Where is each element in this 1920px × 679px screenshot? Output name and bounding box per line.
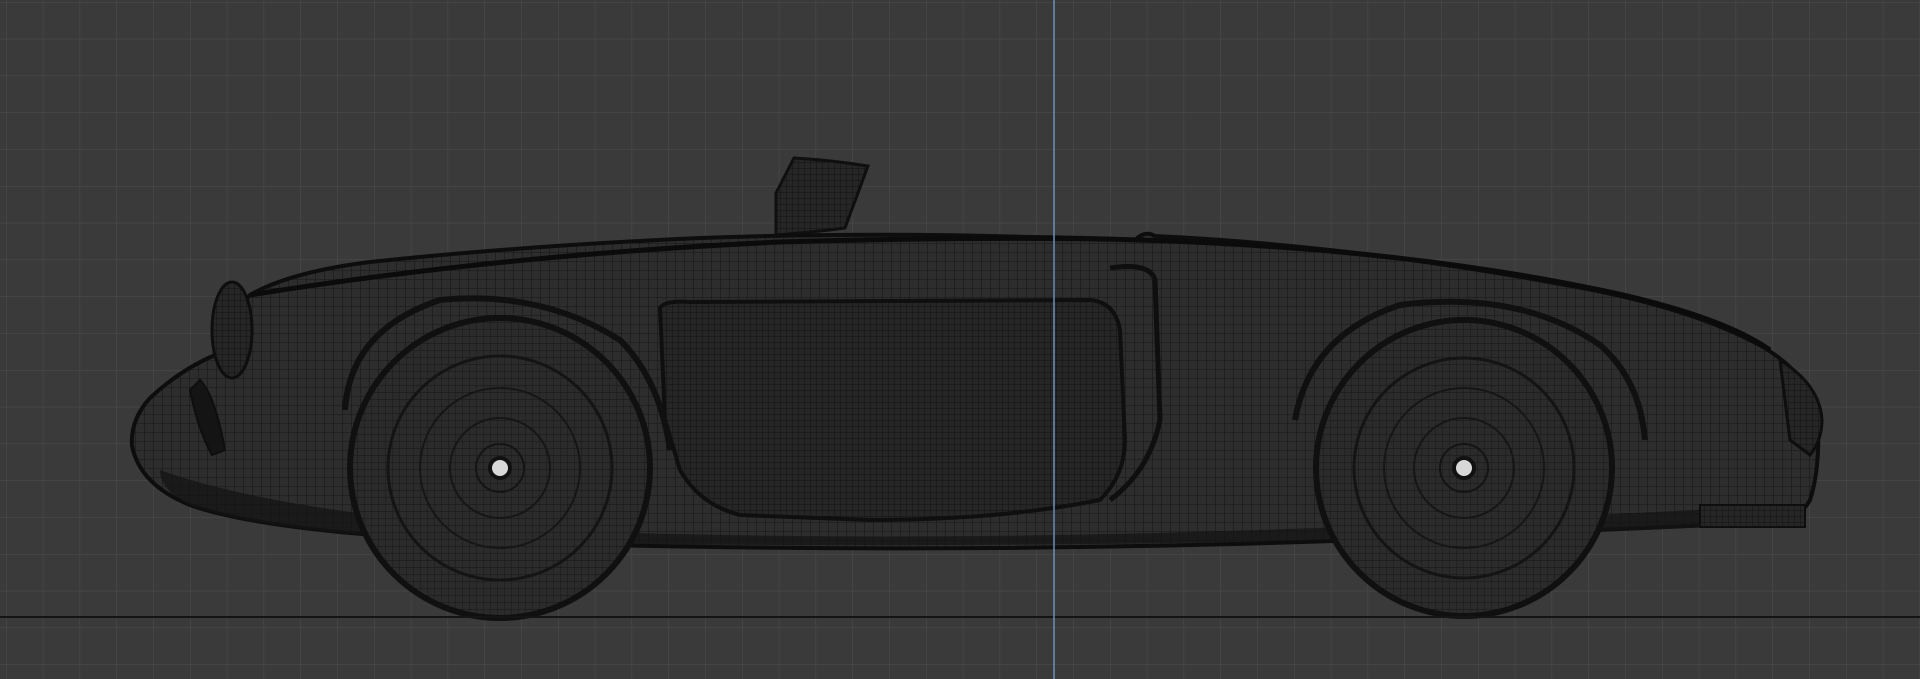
headlight xyxy=(210,280,254,380)
3d-viewport[interactable] xyxy=(0,0,1920,679)
cockpit-seat-area xyxy=(657,297,1128,523)
rear-wheel xyxy=(1313,317,1615,619)
front-wheel xyxy=(347,315,653,621)
front-wheel-hub xyxy=(488,456,512,480)
viewport-canvas[interactable] xyxy=(0,0,1920,679)
rear-bumper xyxy=(1699,504,1806,528)
rear-wheel-hub xyxy=(1452,456,1476,480)
